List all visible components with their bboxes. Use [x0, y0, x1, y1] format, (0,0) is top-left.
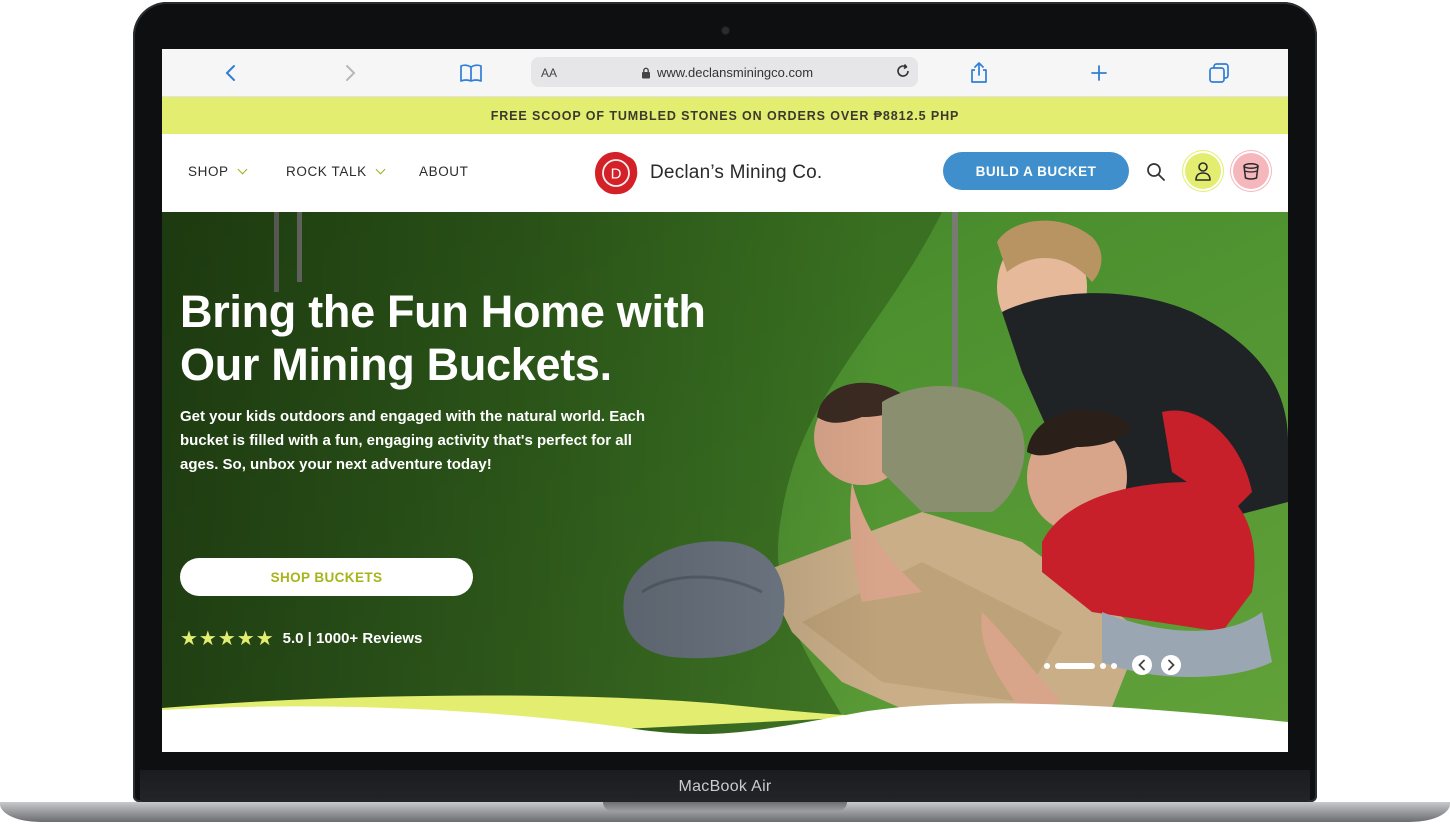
nav-about[interactable]: ABOUT	[419, 164, 469, 179]
bookmarks-icon[interactable]	[459, 61, 483, 85]
slide-indicators	[1044, 663, 1117, 669]
new-tab-icon[interactable]	[1087, 61, 1111, 85]
slide-dot[interactable]	[1100, 663, 1106, 669]
user-icon	[1195, 162, 1211, 181]
chevron-right-icon	[1168, 659, 1175, 671]
logo-letter: D	[611, 166, 622, 183]
reader-aa-button[interactable]: AA	[541, 66, 557, 80]
hero-bottom-wave	[162, 695, 1288, 752]
nav-shop-label: SHOP	[188, 164, 229, 179]
chevron-down-icon	[375, 164, 386, 175]
promo-banner: FREE SCOOP OF TUMBLED STONES ON ORDERS O…	[162, 97, 1288, 134]
forward-icon[interactable]	[338, 61, 362, 85]
star-rating-icon: ★★★★★	[180, 628, 275, 650]
chevron-left-icon	[1138, 659, 1145, 671]
account-button[interactable]	[1185, 153, 1221, 189]
webcam	[722, 27, 729, 34]
hero-copy: Bring the Fun Home with Our Mining Bucke…	[180, 285, 740, 477]
search-icon[interactable]	[1146, 162, 1166, 187]
nav-rock-talk[interactable]: ROCK TALK	[286, 164, 386, 179]
nav-rock-talk-label: ROCK TALK	[286, 164, 367, 179]
hero-banner: Bring the Fun Home with Our Mining Bucke…	[162, 212, 1288, 752]
browser-toolbar: AA www.declansminingco.com	[162, 49, 1288, 97]
lock-icon	[641, 66, 651, 84]
slide-dot[interactable]	[1044, 663, 1050, 669]
tabs-icon[interactable]	[1207, 61, 1231, 85]
hero-title: Bring the Fun Home with Our Mining Bucke…	[180, 286, 706, 390]
next-slide-button[interactable]	[1161, 655, 1181, 675]
nav-shop[interactable]: SHOP	[188, 164, 248, 179]
nav-about-label: ABOUT	[419, 164, 469, 179]
brand-name: Declan’s Mining Co.	[650, 162, 823, 183]
previous-slide-button[interactable]	[1132, 655, 1152, 675]
url-text: www.declansminingco.com	[657, 65, 814, 80]
share-icon[interactable]	[967, 61, 991, 85]
hero-subtitle: Get your kids outdoors and engaged with …	[180, 408, 646, 473]
wax-seal-logo-icon: D	[595, 152, 638, 195]
laptop-opening-notch	[603, 802, 847, 811]
slide-dot-active[interactable]	[1055, 663, 1095, 669]
reviews-rating[interactable]: ★★★★★ 5.0 | 1000+ Reviews	[180, 626, 422, 651]
cart-button[interactable]	[1233, 153, 1269, 189]
slide-dot[interactable]	[1111, 663, 1117, 669]
bucket-icon	[1243, 163, 1259, 180]
back-icon[interactable]	[219, 61, 243, 85]
shop-buckets-button[interactable]: SHOP BUCKETS	[180, 558, 473, 596]
promo-text: FREE SCOOP OF TUMBLED STONES ON ORDERS O…	[490, 108, 960, 123]
site-logo[interactable]: D Declan’s Mining Co.	[592, 149, 822, 197]
chevron-down-icon	[237, 164, 248, 175]
address-bar[interactable]: AA www.declansminingco.com	[531, 57, 918, 87]
build-a-bucket-button[interactable]: BUILD A BUCKET	[943, 152, 1129, 190]
rating-text: 5.0 | 1000+ Reviews	[282, 630, 423, 647]
reload-icon[interactable]	[894, 62, 912, 85]
screen: AA www.declansminingco.com FREE SCOOP OF…	[162, 49, 1288, 752]
site-header: SHOP ROCK TALK ABOUT D Declan’s Mining C…	[162, 134, 1288, 212]
device-label: MacBook Air	[678, 778, 772, 795]
